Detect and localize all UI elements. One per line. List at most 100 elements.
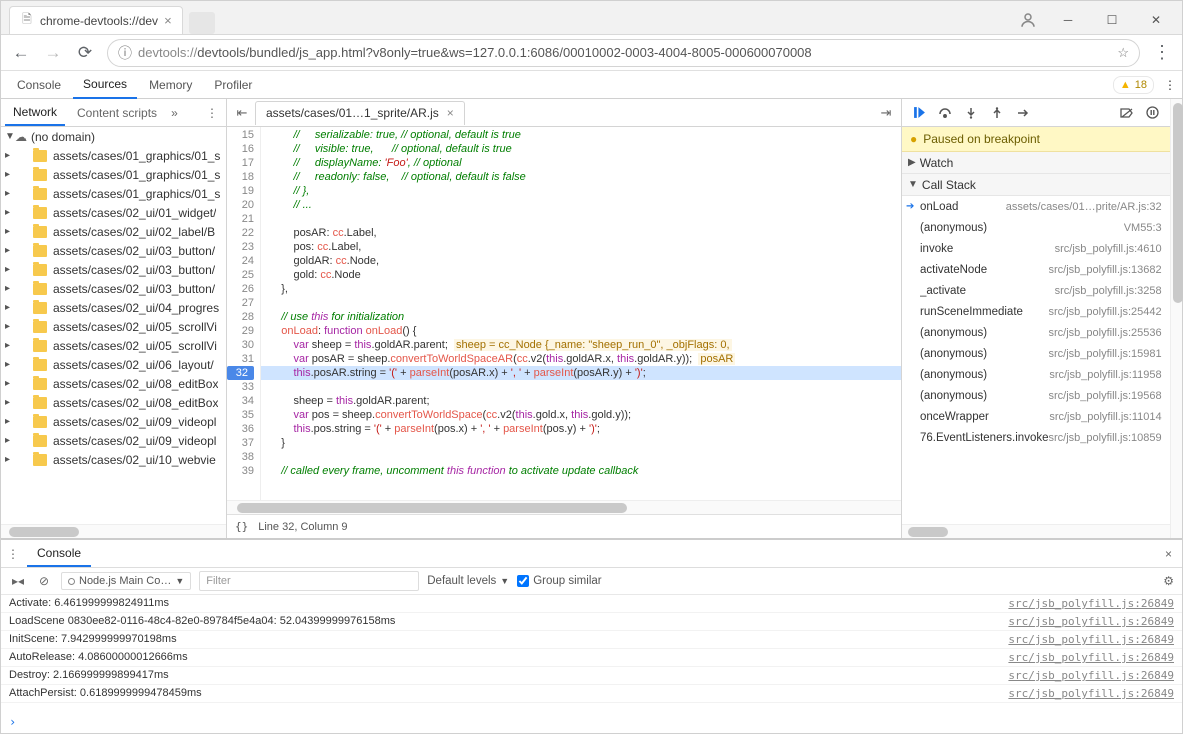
tree-domain-row[interactable]: ▼ ☁ (no domain) [1,127,226,146]
stack-frame[interactable]: runSceneImmediatesrc/jsb_polyfill.js:254… [902,301,1170,322]
resume-button[interactable] [908,102,930,124]
maximize-button[interactable]: ☐ [1092,6,1132,34]
tree-folder-row[interactable]: ▸assets/cases/02_ui/03_button/ [1,279,226,298]
close-icon[interactable]: × [447,106,454,120]
file-tree[interactable]: ▼ ☁ (no domain) ▸assets/cases/01_graphic… [1,127,226,524]
frame-location[interactable]: src/jsb_polyfill.js:25442 [1049,306,1162,318]
frame-location[interactable]: src/jsb_polyfill.js:19568 [1049,390,1162,402]
tree-folder-row[interactable]: ▸assets/cases/02_ui/09_videopl [1,431,226,450]
stack-frame[interactable]: _activatesrc/jsb_polyfill.js:3258 [902,280,1170,301]
frame-location[interactable]: src/jsb_polyfill.js:13682 [1049,264,1162,276]
drawer-menu-icon[interactable]: ⋮ [7,547,19,561]
clear-console-icon[interactable]: ⊘ [35,574,53,588]
line-gutter[interactable]: 1516171819202122232425262728293031323334… [227,127,261,500]
tree-folder-row[interactable]: ▸assets/cases/02_ui/06_layout/ [1,355,226,374]
execution-context-select[interactable]: Node.js Main Co… ▼ [61,572,191,590]
log-source-link[interactable]: src/jsb_polyfill.js:26849 [1008,615,1174,628]
console-output[interactable]: Activate: 6.461999999824911mssrc/jsb_pol… [1,595,1182,711]
call-stack[interactable]: onLoadassets/cases/01…prite/AR.js:32(ano… [902,196,1170,524]
reload-button[interactable]: ⟳ [75,43,95,63]
navigator-menu-icon[interactable]: ⋮ [202,106,222,120]
frame-location[interactable]: assets/cases/01…prite/AR.js:32 [1006,201,1162,213]
tree-folder-row[interactable]: ▸assets/cases/01_graphics/01_s [1,184,226,203]
stack-frame[interactable]: (anonymous)VM55:3 [902,217,1170,238]
tree-folder-row[interactable]: ▸assets/cases/01_graphics/01_s [1,146,226,165]
close-window-button[interactable]: ✕ [1136,6,1176,34]
log-row[interactable]: AutoRelease: 4.08600000012666mssrc/jsb_p… [1,649,1182,667]
tree-folder-row[interactable]: ▸assets/cases/02_ui/04_progres [1,298,226,317]
tree-folder-row[interactable]: ▸assets/cases/02_ui/08_editBox [1,374,226,393]
url-field[interactable]: ⓘ devtools://devtools/bundled/js_app.htm… [107,39,1140,67]
editor-tab[interactable]: assets/cases/01…1_sprite/AR.js × [255,101,465,125]
frame-location[interactable]: VM55:3 [1124,222,1162,234]
new-tab-button[interactable] [189,12,215,34]
step-button[interactable] [1012,102,1034,124]
console-filter-input[interactable]: Filter [199,571,419,591]
frame-location[interactable]: src/jsb_polyfill.js:11014 [1049,411,1161,423]
log-source-link[interactable]: src/jsb_polyfill.js:26849 [1008,669,1174,682]
tab-profiler[interactable]: Profiler [204,72,262,98]
navtab-network[interactable]: Network [5,100,65,126]
stack-frame[interactable]: (anonymous)src/jsb_polyfill.js:25536 [902,322,1170,343]
tree-folder-row[interactable]: ▸assets/cases/02_ui/03_button/ [1,260,226,279]
step-over-button[interactable] [934,102,956,124]
stack-frame[interactable]: (anonymous)src/jsb_polyfill.js:15981 [902,343,1170,364]
stack-frame[interactable]: invokesrc/jsb_polyfill.js:4610 [902,238,1170,259]
tree-folder-row[interactable]: ▸assets/cases/02_ui/05_scrollVi [1,336,226,355]
code-area[interactable]: // serializable: true, // optional, defa… [261,127,901,500]
browser-tab[interactable]: 🗎 chrome-devtools://dev × [9,6,183,34]
tree-folder-row[interactable]: ▸assets/cases/02_ui/01_widget/ [1,203,226,222]
code-editor[interactable]: 1516171819202122232425262728293031323334… [227,127,901,500]
navtab-content-scripts[interactable]: Content scripts [69,101,165,125]
tree-folder-row[interactable]: ▸assets/cases/02_ui/02_label/B [1,222,226,241]
frame-location[interactable]: src/jsb_polyfill.js:15981 [1049,348,1162,360]
log-row[interactable]: InitScene: 7.942999999970198mssrc/jsb_po… [1,631,1182,649]
frame-location[interactable]: src/jsb_polyfill.js:4610 [1055,243,1162,255]
overflow-icon[interactable]: » [171,106,178,120]
pretty-print-icon[interactable]: {} [235,520,248,533]
user-icon[interactable] [1014,6,1042,34]
log-levels-select[interactable]: Default levels ▼ [427,575,509,587]
log-row[interactable]: Activate: 6.461999999824911mssrc/jsb_pol… [1,595,1182,613]
browser-menu-icon[interactable]: ⋮ [1152,42,1172,63]
log-row[interactable]: Destroy: 2.166999999899417mssrc/jsb_poly… [1,667,1182,685]
frame-location[interactable]: src/jsb_polyfill.js:25536 [1049,327,1162,339]
editor-scrollbar-h[interactable] [227,500,901,514]
group-similar-checkbox[interactable]: Group similar [517,575,601,587]
callstack-section-header[interactable]: ▼ Call Stack [902,174,1170,196]
log-source-link[interactable]: src/jsb_polyfill.js:26849 [1008,633,1174,646]
gear-icon[interactable]: ⚙ [1163,574,1174,588]
log-row[interactable]: AttachPersist: 0.6189999999478459mssrc/j… [1,685,1182,703]
group-similar-input[interactable] [517,575,529,587]
stack-frame[interactable]: activateNodesrc/jsb_polyfill.js:13682 [902,259,1170,280]
tree-folder-row[interactable]: ▸assets/cases/02_ui/03_button/ [1,241,226,260]
close-icon[interactable]: × [164,13,172,28]
warnings-badge[interactable]: ▲ 18 [1113,76,1154,94]
navigator-scrollbar-h[interactable] [1,524,226,538]
back-button[interactable]: ← [11,43,31,63]
debugger-scrollbar-v[interactable] [1170,99,1182,538]
site-info-icon[interactable]: ⓘ [118,43,132,63]
log-source-link[interactable]: src/jsb_polyfill.js:26849 [1008,651,1174,664]
toggle-sidebar-icon[interactable]: ▸◂ [9,574,27,588]
frame-location[interactable]: src/jsb_polyfill.js:3258 [1055,285,1162,297]
tree-folder-row[interactable]: ▸assets/cases/02_ui/05_scrollVi [1,317,226,336]
tree-folder-row[interactable]: ▸assets/cases/02_ui/10_webvie [1,450,226,469]
step-into-button[interactable] [960,102,982,124]
bookmark-icon[interactable]: ☆ [1117,45,1129,61]
step-out-button[interactable] [986,102,1008,124]
frame-location[interactable]: src/jsb_polyfill.js:11958 [1049,369,1161,381]
tab-memory[interactable]: Memory [139,72,202,98]
devtools-menu-icon[interactable]: ⋮ [1164,78,1176,92]
stack-frame[interactable]: onceWrappersrc/jsb_polyfill.js:11014 [902,406,1170,427]
deactivate-breakpoints-button[interactable] [1116,102,1138,124]
stack-frame[interactable]: (anonymous)src/jsb_polyfill.js:11958 [902,364,1170,385]
tree-folder-row[interactable]: ▸assets/cases/02_ui/08_editBox [1,393,226,412]
watch-section-header[interactable]: ▶ Watch [902,152,1170,174]
tab-sources[interactable]: Sources [73,71,137,99]
stack-frame[interactable]: (anonymous)src/jsb_polyfill.js:19568 [902,385,1170,406]
log-row[interactable]: LoadScene 0830ee82-0116-48c4-82e0-89784f… [1,613,1182,631]
tree-folder-row[interactable]: ▸assets/cases/02_ui/09_videopl [1,412,226,431]
console-prompt[interactable]: › [1,711,1182,733]
stack-frame[interactable]: onLoadassets/cases/01…prite/AR.js:32 [902,196,1170,217]
